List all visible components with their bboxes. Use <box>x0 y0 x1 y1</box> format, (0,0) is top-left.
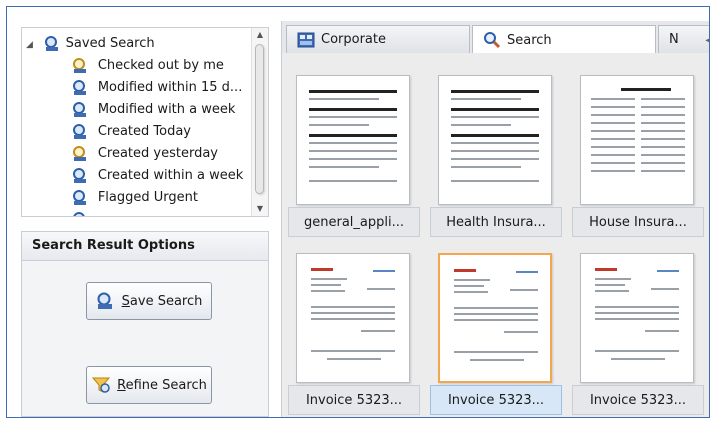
document-thumbnail <box>580 75 694 205</box>
search-icon <box>73 101 86 117</box>
locked-search-icon <box>73 145 86 161</box>
tree-item-label: Created yesterday <box>97 146 218 161</box>
tab-corporate[interactable]: Corporate <box>286 25 470 53</box>
search-icon <box>44 35 58 51</box>
options-header: Search Result Options <box>22 232 268 261</box>
tree-item-label: Checked out by me <box>97 58 224 73</box>
search-icon <box>73 189 86 205</box>
tree-root-saved-search[interactable]: ◢ Saved Search <box>26 32 155 54</box>
tab-next[interactable]: N ◀ <box>658 25 709 53</box>
search-result-options-panel: Search Result Options Save Search Refine… <box>21 231 269 417</box>
search-icon <box>73 123 86 139</box>
document-card[interactable]: Invoice 5323... <box>572 243 704 417</box>
search-icon <box>73 79 86 95</box>
document-label: general_appli... <box>288 207 420 237</box>
tab-scroll-left-icon[interactable]: ◀ <box>705 35 709 46</box>
tree-item-label: Flagged Urgent <box>97 190 198 205</box>
tree-scrollbar[interactable]: ▲ ▼ <box>251 28 268 216</box>
refine-search-icon <box>92 377 111 393</box>
tree-item-modified-15d[interactable]: Modified within 15 d... <box>72 76 262 98</box>
tab-strip: Corporate Search N ◀ <box>282 21 709 54</box>
save-search-label: Save Search <box>121 293 203 309</box>
document-thumbnail <box>580 253 694 383</box>
document-card[interactable]: general_appli... <box>288 65 420 243</box>
document-card[interactable]: House Insura... <box>572 65 704 243</box>
document-label: Health Insura... <box>430 207 562 237</box>
magnifier-icon <box>484 32 501 49</box>
document-label: House Insura... <box>572 207 704 237</box>
document-thumbnail <box>296 253 410 383</box>
tree-item-label: Created Today <box>97 124 192 139</box>
collapse-arrow-icon[interactable]: ◢ <box>26 34 36 56</box>
tree-item-checked-out[interactable]: Checked out by me <box>72 54 262 76</box>
tree-item-label: Modified with a week <box>97 102 236 117</box>
scroll-up-arrow-icon[interactable]: ▲ <box>252 28 268 42</box>
document-label: Invoice 5323... <box>430 385 562 415</box>
document-grid: general_appli... Health Insura... House … <box>282 53 709 417</box>
tree-item-created-today[interactable]: Created Today <box>72 120 262 142</box>
document-thumbnail <box>438 253 552 383</box>
search-icon <box>73 211 85 216</box>
tree-item-label: Modified within 15 d... <box>97 80 243 95</box>
tree-item-partial <box>72 208 262 216</box>
scrollbar-thumb[interactable] <box>255 44 264 194</box>
tab-label: N <box>669 32 679 47</box>
refine-search-label: Refine Search <box>117 377 207 393</box>
tree-item-modified-week[interactable]: Modified with a week <box>72 98 262 120</box>
document-card[interactable]: Health Insura... <box>430 65 562 243</box>
scroll-down-arrow-icon[interactable]: ▼ <box>252 202 268 216</box>
document-thumbnail <box>296 75 410 205</box>
repository-icon <box>297 32 315 47</box>
document-thumbnail <box>438 75 552 205</box>
search-icon <box>73 167 86 183</box>
refine-search-button[interactable]: Refine Search <box>86 366 212 404</box>
tree-item-created-yesterday[interactable]: Created yesterday <box>72 142 262 164</box>
tree-root-label: Saved Search <box>65 36 155 51</box>
document-card[interactable]: Invoice 5323... <box>288 243 420 417</box>
document-label: Invoice 5323... <box>288 385 420 415</box>
tab-search[interactable]: Search <box>472 25 656 54</box>
app-frame: ◢ Saved Search Checked out by me Modifie… <box>6 6 710 418</box>
results-pane: Corporate Search N ◀ <box>281 21 709 417</box>
save-search-button[interactable]: Save Search <box>86 282 212 320</box>
saved-search-tree: ◢ Saved Search Checked out by me Modifie… <box>21 27 269 217</box>
tab-label: Corporate <box>321 32 386 47</box>
document-card-selected[interactable]: Invoice 5323... <box>430 243 562 417</box>
save-search-icon <box>97 292 112 309</box>
tree-item-label: Created within a week <box>97 168 244 183</box>
tree-item-created-week[interactable]: Created within a week <box>72 164 262 186</box>
locked-search-icon <box>73 57 86 73</box>
document-label: Invoice 5323... <box>572 385 704 415</box>
tree-item-flagged-urgent[interactable]: Flagged Urgent <box>72 186 262 208</box>
tab-label: Search <box>507 32 552 48</box>
